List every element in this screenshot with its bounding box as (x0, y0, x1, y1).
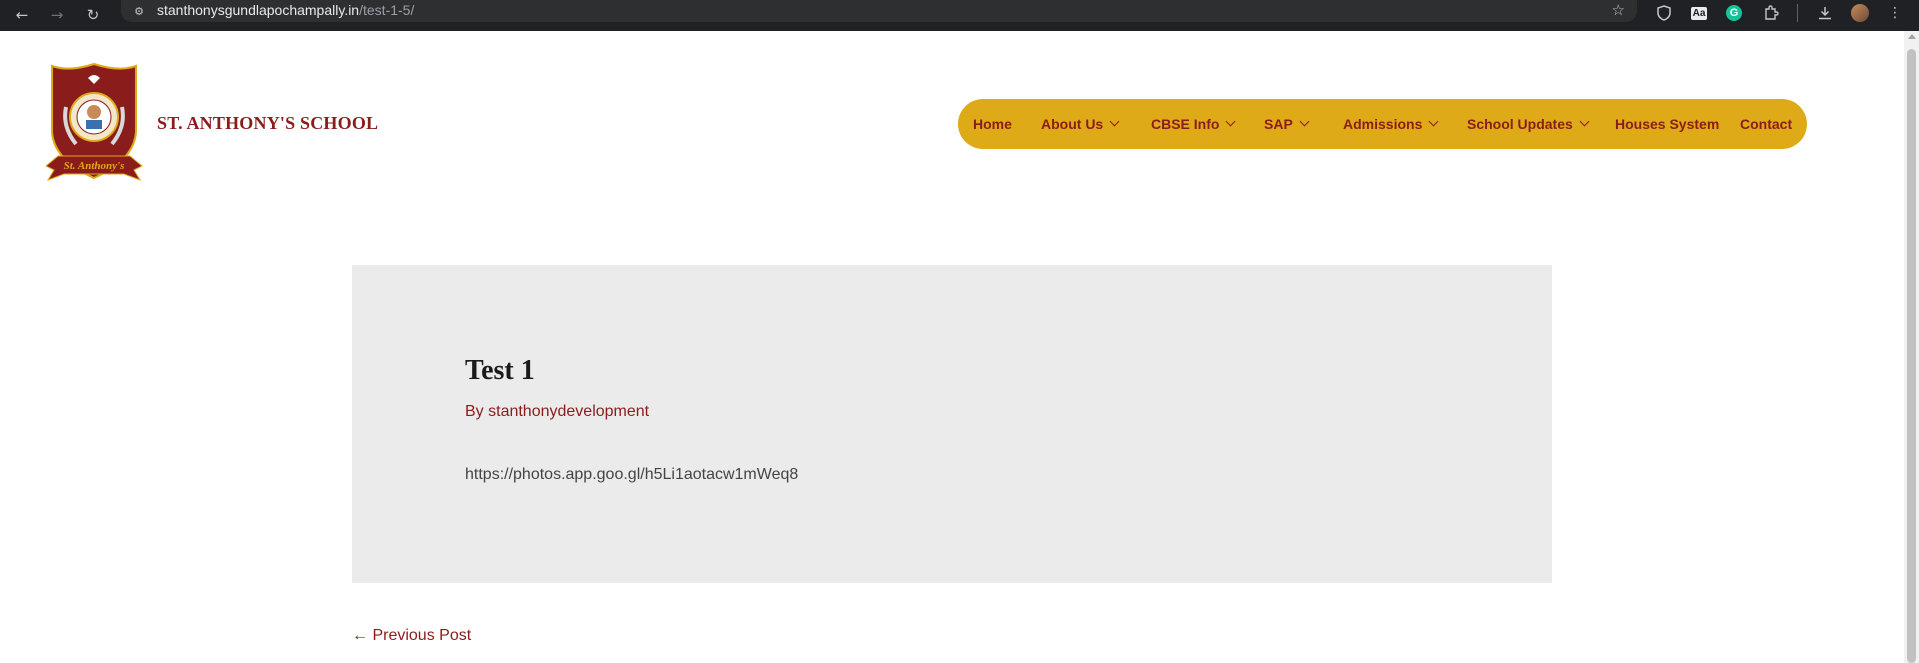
nav-label: Houses System (1615, 116, 1720, 132)
nav-item-admissions[interactable]: Admissions (1343, 116, 1439, 132)
extensions-puzzle-icon[interactable] (1761, 3, 1781, 23)
reader-extension-icon[interactable]: Aa (1689, 3, 1709, 23)
scrollbar-thumb[interactable] (1907, 49, 1916, 663)
page-scrollbar[interactable] (1904, 31, 1919, 663)
main-navigation: Home About Us CBSE Info SAP Admissions S… (958, 99, 1807, 149)
nav-label: About Us (1041, 116, 1104, 132)
post-body-text: https://photos.app.goo.gl/h5Li1aotacw1mW… (465, 466, 799, 483)
url-path: /test-1-5/ (359, 2, 415, 18)
nav-label: SAP (1264, 116, 1293, 132)
toolbar-divider (1797, 4, 1798, 22)
browser-toolbar: ← → ↻ ⚙ stanthonysgundlapochampally.in/t… (0, 0, 1919, 31)
chevron-down-icon (1299, 116, 1310, 127)
nav-item-houses-system[interactable]: Houses System (1615, 116, 1719, 132)
nav-item-cbse-info[interactable]: CBSE Info (1151, 116, 1236, 132)
shield-extension-icon[interactable] (1654, 3, 1674, 23)
post-author-link[interactable]: By stanthonydevelopment (465, 403, 649, 421)
nav-item-sap[interactable]: SAP (1264, 116, 1310, 132)
nav-item-home[interactable]: Home (973, 116, 1012, 132)
back-arrow-icon[interactable]: ← (11, 4, 33, 26)
nav-label: CBSE Info (1151, 116, 1220, 132)
chevron-down-icon (1226, 116, 1236, 127)
nav-item-school-updates[interactable]: School Updates (1467, 116, 1590, 132)
nav-item-contact[interactable]: Contact (1740, 116, 1792, 132)
url-host: stanthonysgundlapochampally.in (157, 2, 360, 18)
chevron-down-icon (1109, 116, 1120, 127)
nav-label: Contact (1740, 116, 1793, 132)
nav-item-about-us[interactable]: About Us (1041, 116, 1120, 132)
download-icon[interactable] (1815, 3, 1835, 23)
previous-post-link[interactable]: ← Previous Post (352, 627, 471, 645)
reload-icon[interactable]: ↻ (82, 4, 104, 26)
address-bar[interactable]: ⚙ stanthonysgundlapochampally.in/test-1-… (121, 0, 1637, 22)
scroll-up-arrow-icon[interactable] (1908, 34, 1916, 39)
browser-menu-icon[interactable]: ⋮ (1885, 3, 1905, 23)
site-info-icon[interactable]: ⚙ (131, 3, 147, 19)
grammarly-extension-icon[interactable]: G (1724, 3, 1744, 23)
forward-arrow-icon[interactable]: → (46, 4, 68, 26)
school-logo[interactable]: St. Anthony's (44, 62, 144, 188)
nav-label: School Updates (1467, 116, 1573, 132)
grammarly-extension-label: G (1726, 5, 1742, 21)
nav-label: Admissions (1343, 116, 1423, 132)
chevron-down-icon (1579, 116, 1590, 127)
chevron-down-icon (1428, 116, 1439, 127)
bookmark-star-icon[interactable]: ☆ (1612, 1, 1625, 19)
site-title[interactable]: ST. ANTHONY'S SCHOOL (157, 113, 378, 134)
logo-ribbon-text: St. Anthony's (64, 160, 125, 172)
address-url[interactable]: stanthonysgundlapochampally.in/test-1-5/ (157, 2, 414, 18)
post-title: Test 1 (465, 355, 535, 386)
post-article: Test 1 By stanthonydevelopment https://p… (352, 265, 1552, 583)
reader-extension-label: Aa (1690, 6, 1708, 20)
profile-avatar-icon[interactable] (1850, 3, 1870, 23)
nav-label: Home (973, 116, 1012, 132)
